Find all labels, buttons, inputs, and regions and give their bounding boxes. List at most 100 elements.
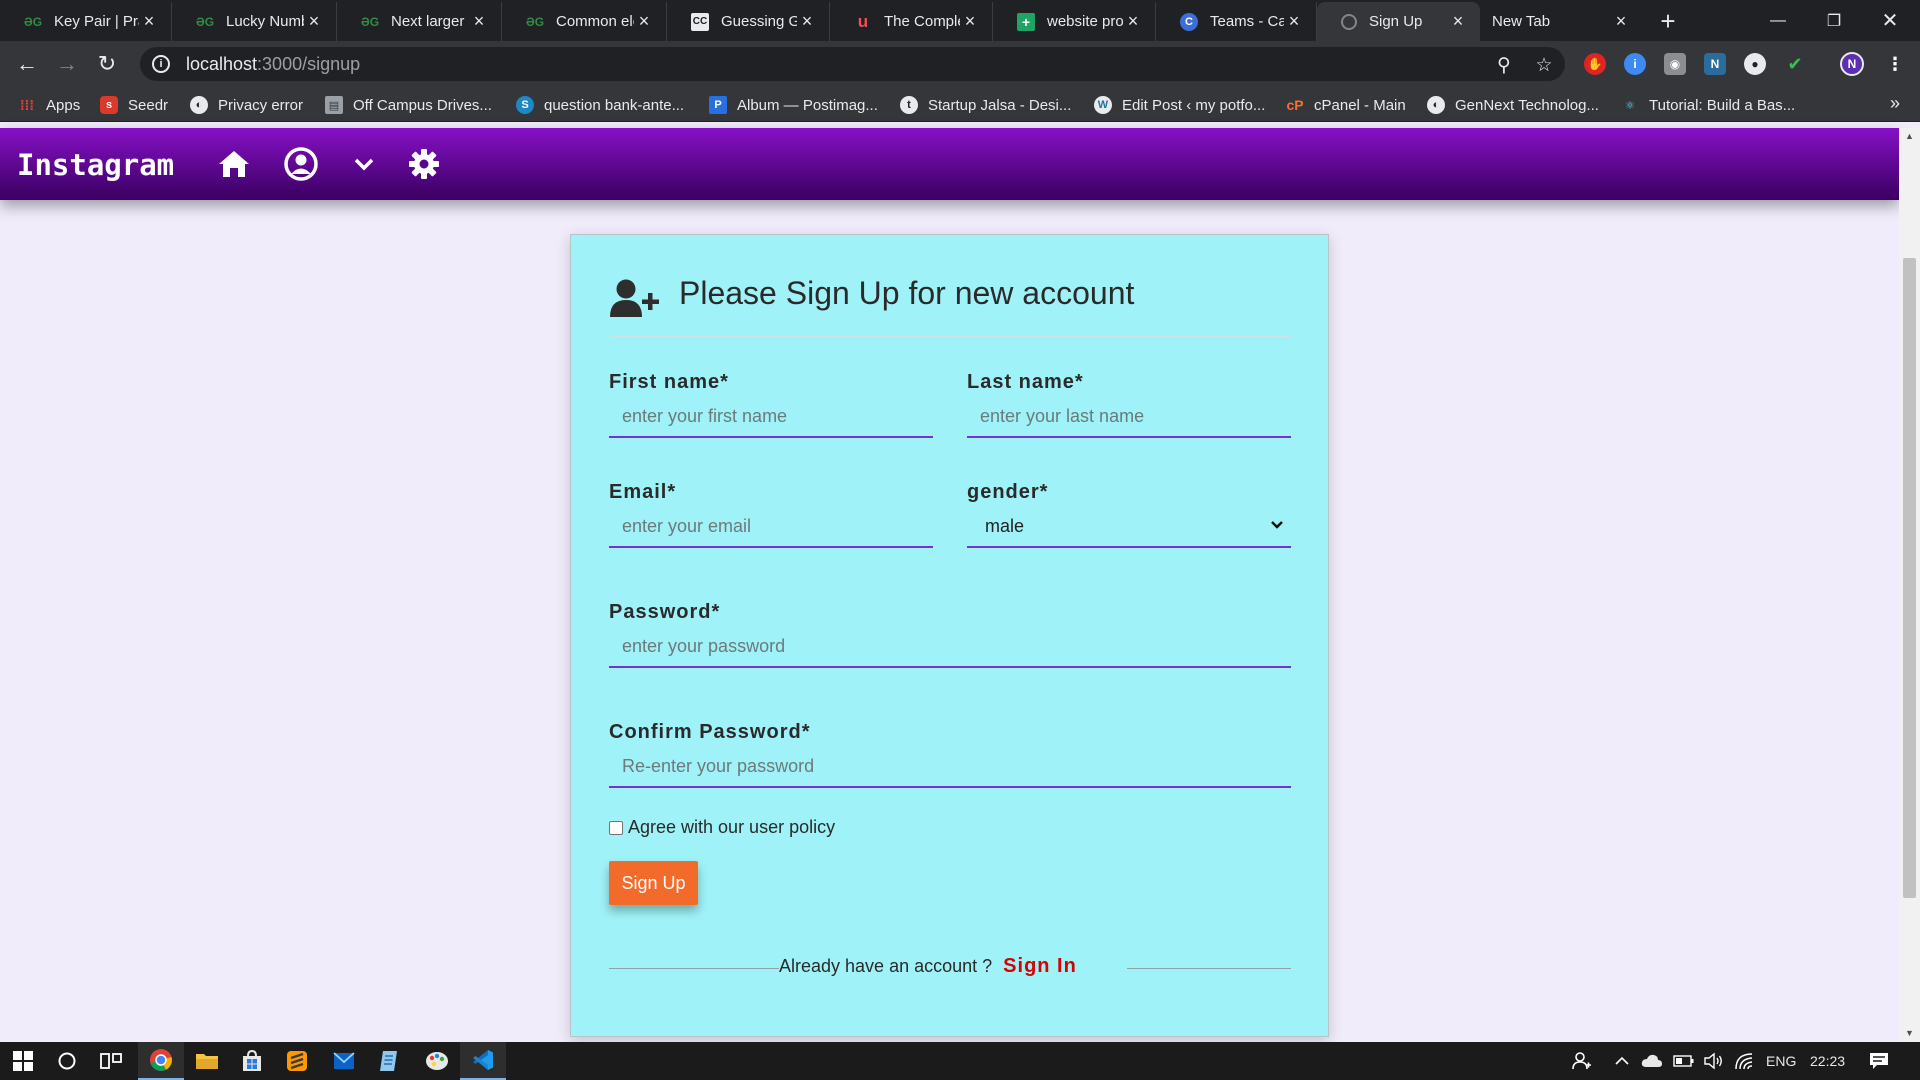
address-bar[interactable]: i localhost:3000/signup ⚲ ☆: [140, 47, 1565, 81]
forward-icon[interactable]: →: [52, 49, 82, 79]
home-icon[interactable]: [216, 146, 252, 182]
scroll-up-icon[interactable]: ▲: [1899, 128, 1920, 145]
browser-tab-strip: ƏG Key Pair | Pra × ƏG Lucky Numb × ƏG N…: [0, 0, 1920, 41]
extension-camera-icon[interactable]: ◉: [1664, 53, 1686, 75]
extension-check-icon[interactable]: ✔: [1784, 53, 1806, 75]
close-tab-icon[interactable]: ×: [634, 11, 654, 32]
close-tab-icon[interactable]: ×: [139, 11, 159, 32]
zoom-icon[interactable]: ⚲: [1493, 54, 1515, 76]
bookmark-off-campus[interactable]: ▤ Off Campus Drives...: [325, 94, 492, 116]
reload-icon[interactable]: ↻: [92, 49, 122, 79]
bookmark-privacy-error[interactable]: ◐ Privacy error: [190, 94, 303, 116]
paint-icon[interactable]: [414, 1042, 460, 1080]
input-language[interactable]: ENG: [1766, 1053, 1796, 1069]
apps-grid-icon: ⁞⁞⁞: [20, 97, 34, 113]
account-icon[interactable]: [283, 146, 319, 182]
sublime-text-icon[interactable]: [274, 1042, 320, 1080]
window-close-icon[interactable]: ✕: [1862, 0, 1918, 41]
notifications-icon[interactable]: [1856, 1042, 1902, 1080]
browser-tab[interactable]: C Teams - Can ×: [1156, 2, 1317, 41]
scrollbar-thumb[interactable]: [1903, 258, 1916, 898]
bookmark-seedr[interactable]: s Seedr: [100, 94, 168, 116]
close-tab-icon[interactable]: ×: [1284, 11, 1304, 32]
close-tab-icon[interactable]: ×: [304, 11, 324, 32]
udemy-icon: u: [857, 11, 869, 31]
close-tab-icon[interactable]: ×: [469, 11, 489, 32]
globe-icon: ◐: [190, 96, 208, 114]
last-name-input[interactable]: [967, 396, 1291, 438]
extension-info-icon[interactable]: i: [1624, 53, 1646, 75]
notepad-icon[interactable]: [367, 1042, 413, 1080]
sheets-icon: +: [1017, 12, 1035, 31]
more-bookmarks-icon[interactable]: »: [1890, 93, 1900, 114]
bookmark-star-icon[interactable]: ☆: [1533, 54, 1555, 76]
signup-card: Please Sign Up for new account First nam…: [570, 234, 1329, 1037]
bookmark-postimage[interactable]: P Album — Postimag...: [709, 94, 878, 116]
bookmark-startup-jalsa[interactable]: t Startup Jalsa - Desi...: [900, 94, 1071, 116]
agree-policy: Agree with our user policy: [609, 817, 835, 838]
gender-select[interactable]: male: [967, 506, 1291, 548]
close-tab-icon[interactable]: ×: [960, 11, 980, 32]
browser-tab[interactable]: ƏG Next larger e ×: [337, 2, 502, 41]
gender-label: gender*: [967, 481, 1049, 503]
chevron-down-icon[interactable]: [346, 146, 382, 182]
browser-tab[interactable]: + website prof ×: [993, 2, 1156, 41]
bookmark-cpanel[interactable]: cP cPanel - Main: [1286, 94, 1405, 116]
signin-link[interactable]: Sign In: [1003, 955, 1077, 977]
bookmark-apps[interactable]: ⁞⁞⁞ Apps: [18, 94, 80, 116]
confirm-password-input[interactable]: [609, 746, 1291, 788]
bookmark-gennext[interactable]: ◐ GenNext Technolog...: [1427, 94, 1599, 116]
bookmark-question-bank[interactable]: S question bank-ante...: [516, 94, 684, 116]
close-tab-icon[interactable]: ×: [1123, 11, 1143, 32]
store-icon[interactable]: [229, 1042, 275, 1080]
gfg-icon: ƏG: [360, 14, 380, 29]
task-view-icon[interactable]: [88, 1042, 134, 1080]
browser-tab[interactable]: New Tab ×: [1480, 2, 1643, 41]
settings-icon[interactable]: [406, 146, 442, 182]
new-tab-button[interactable]: +: [1654, 8, 1682, 36]
signup-header: Please Sign Up for new account: [609, 273, 1291, 337]
browser-tab[interactable]: ƏG Key Pair | Pra ×: [0, 2, 172, 41]
back-icon[interactable]: ←: [12, 49, 42, 79]
browser-menu-icon[interactable]: ⋮: [1884, 53, 1906, 75]
profile-avatar[interactable]: N: [1840, 52, 1864, 76]
browser-toolbar: ← → ↻ i localhost:3000/signup ⚲ ☆ ✋ i ◉ …: [0, 41, 1920, 87]
first-name-input[interactable]: [609, 396, 933, 438]
restore-icon[interactable]: ❐: [1806, 0, 1862, 41]
scroll-down-icon[interactable]: ▼: [1899, 1025, 1920, 1042]
chrome-icon[interactable]: [138, 1042, 184, 1080]
close-tab-icon[interactable]: ×: [1611, 11, 1631, 32]
people-icon[interactable]: [1562, 1042, 1602, 1080]
email-input[interactable]: [609, 506, 933, 548]
extension-adblock-icon[interactable]: ✋: [1584, 53, 1606, 75]
bookmark-wordpress[interactable]: W Edit Post ‹ my potfo...: [1094, 94, 1265, 116]
bookmark-tutorial[interactable]: ⚛ Tutorial: Build a Bas...: [1621, 94, 1795, 116]
mail-icon[interactable]: [321, 1042, 367, 1080]
close-tab-icon[interactable]: ×: [797, 11, 817, 32]
divider-left: [609, 968, 779, 969]
extension-n-icon[interactable]: N: [1704, 53, 1726, 75]
file-explorer-icon[interactable]: [184, 1042, 230, 1080]
close-tab-icon[interactable]: ×: [1448, 11, 1468, 32]
clock-time[interactable]: 22:23: [1810, 1053, 1845, 1069]
search-icon[interactable]: [44, 1042, 90, 1080]
browser-tab[interactable]: ƏG Common ele ×: [502, 2, 667, 41]
email-label: Email*: [609, 481, 677, 503]
windows-start-icon[interactable]: [0, 1042, 46, 1080]
password-input[interactable]: [609, 626, 1291, 668]
vscode-icon[interactable]: [460, 1042, 506, 1080]
minimize-icon[interactable]: —: [1750, 0, 1806, 41]
browser-tab[interactable]: CC Guessing Ga ×: [667, 2, 830, 41]
wifi-icon[interactable]: [1724, 1042, 1764, 1080]
url-host: localhost: [186, 53, 258, 74]
page-icon: ▤: [325, 96, 343, 114]
agree-checkbox[interactable]: [609, 820, 623, 835]
extension-circle-icon[interactable]: ●: [1744, 53, 1766, 75]
brand-logo[interactable]: Instagram: [17, 148, 174, 182]
site-info-icon[interactable]: i: [152, 55, 170, 73]
browser-tab-active[interactable]: Sign Up ×: [1317, 2, 1480, 41]
browser-tab[interactable]: u The Comple ×: [830, 2, 993, 41]
signup-button[interactable]: Sign Up: [609, 861, 698, 905]
browser-tab[interactable]: ƏG Lucky Numb ×: [172, 2, 337, 41]
page-scrollbar[interactable]: ▲ ▼: [1899, 128, 1920, 1042]
